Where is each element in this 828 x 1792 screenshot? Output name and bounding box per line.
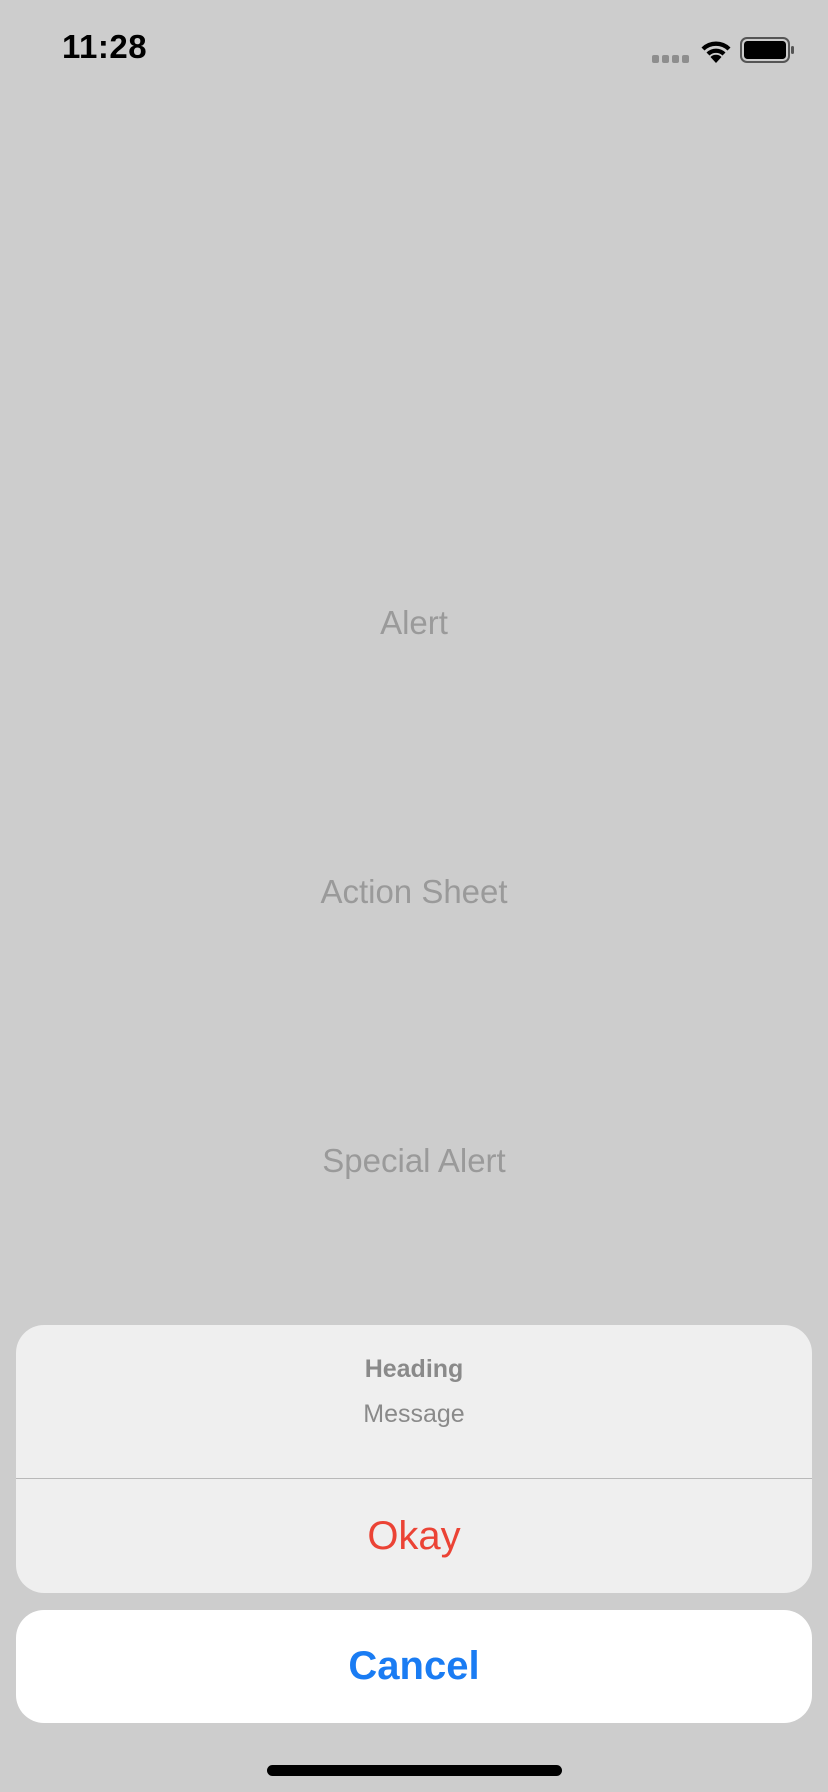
action-sheet-message: Message [363, 1400, 465, 1428]
special-alert-button[interactable]: Special Alert [0, 1142, 828, 1180]
cellular-signal-icon [652, 55, 689, 63]
action-sheet-heading: Heading [364, 1355, 464, 1383]
okay-button[interactable]: Okay [16, 1479, 812, 1593]
wifi-icon [701, 41, 731, 63]
home-indicator [267, 1765, 562, 1776]
status-time: 11:28 [62, 28, 148, 65]
cancel-button[interactable]: Cancel [16, 1610, 812, 1723]
battery-icon [740, 37, 794, 63]
action-sheet: Heading Message Okay [16, 1325, 812, 1593]
status-bar: 11:28 [0, 0, 828, 100]
action-sheet-header: Heading Message [16, 1325, 812, 1479]
alert-button[interactable]: Alert [0, 604, 828, 642]
action-sheet-button[interactable]: Action Sheet [0, 873, 828, 911]
